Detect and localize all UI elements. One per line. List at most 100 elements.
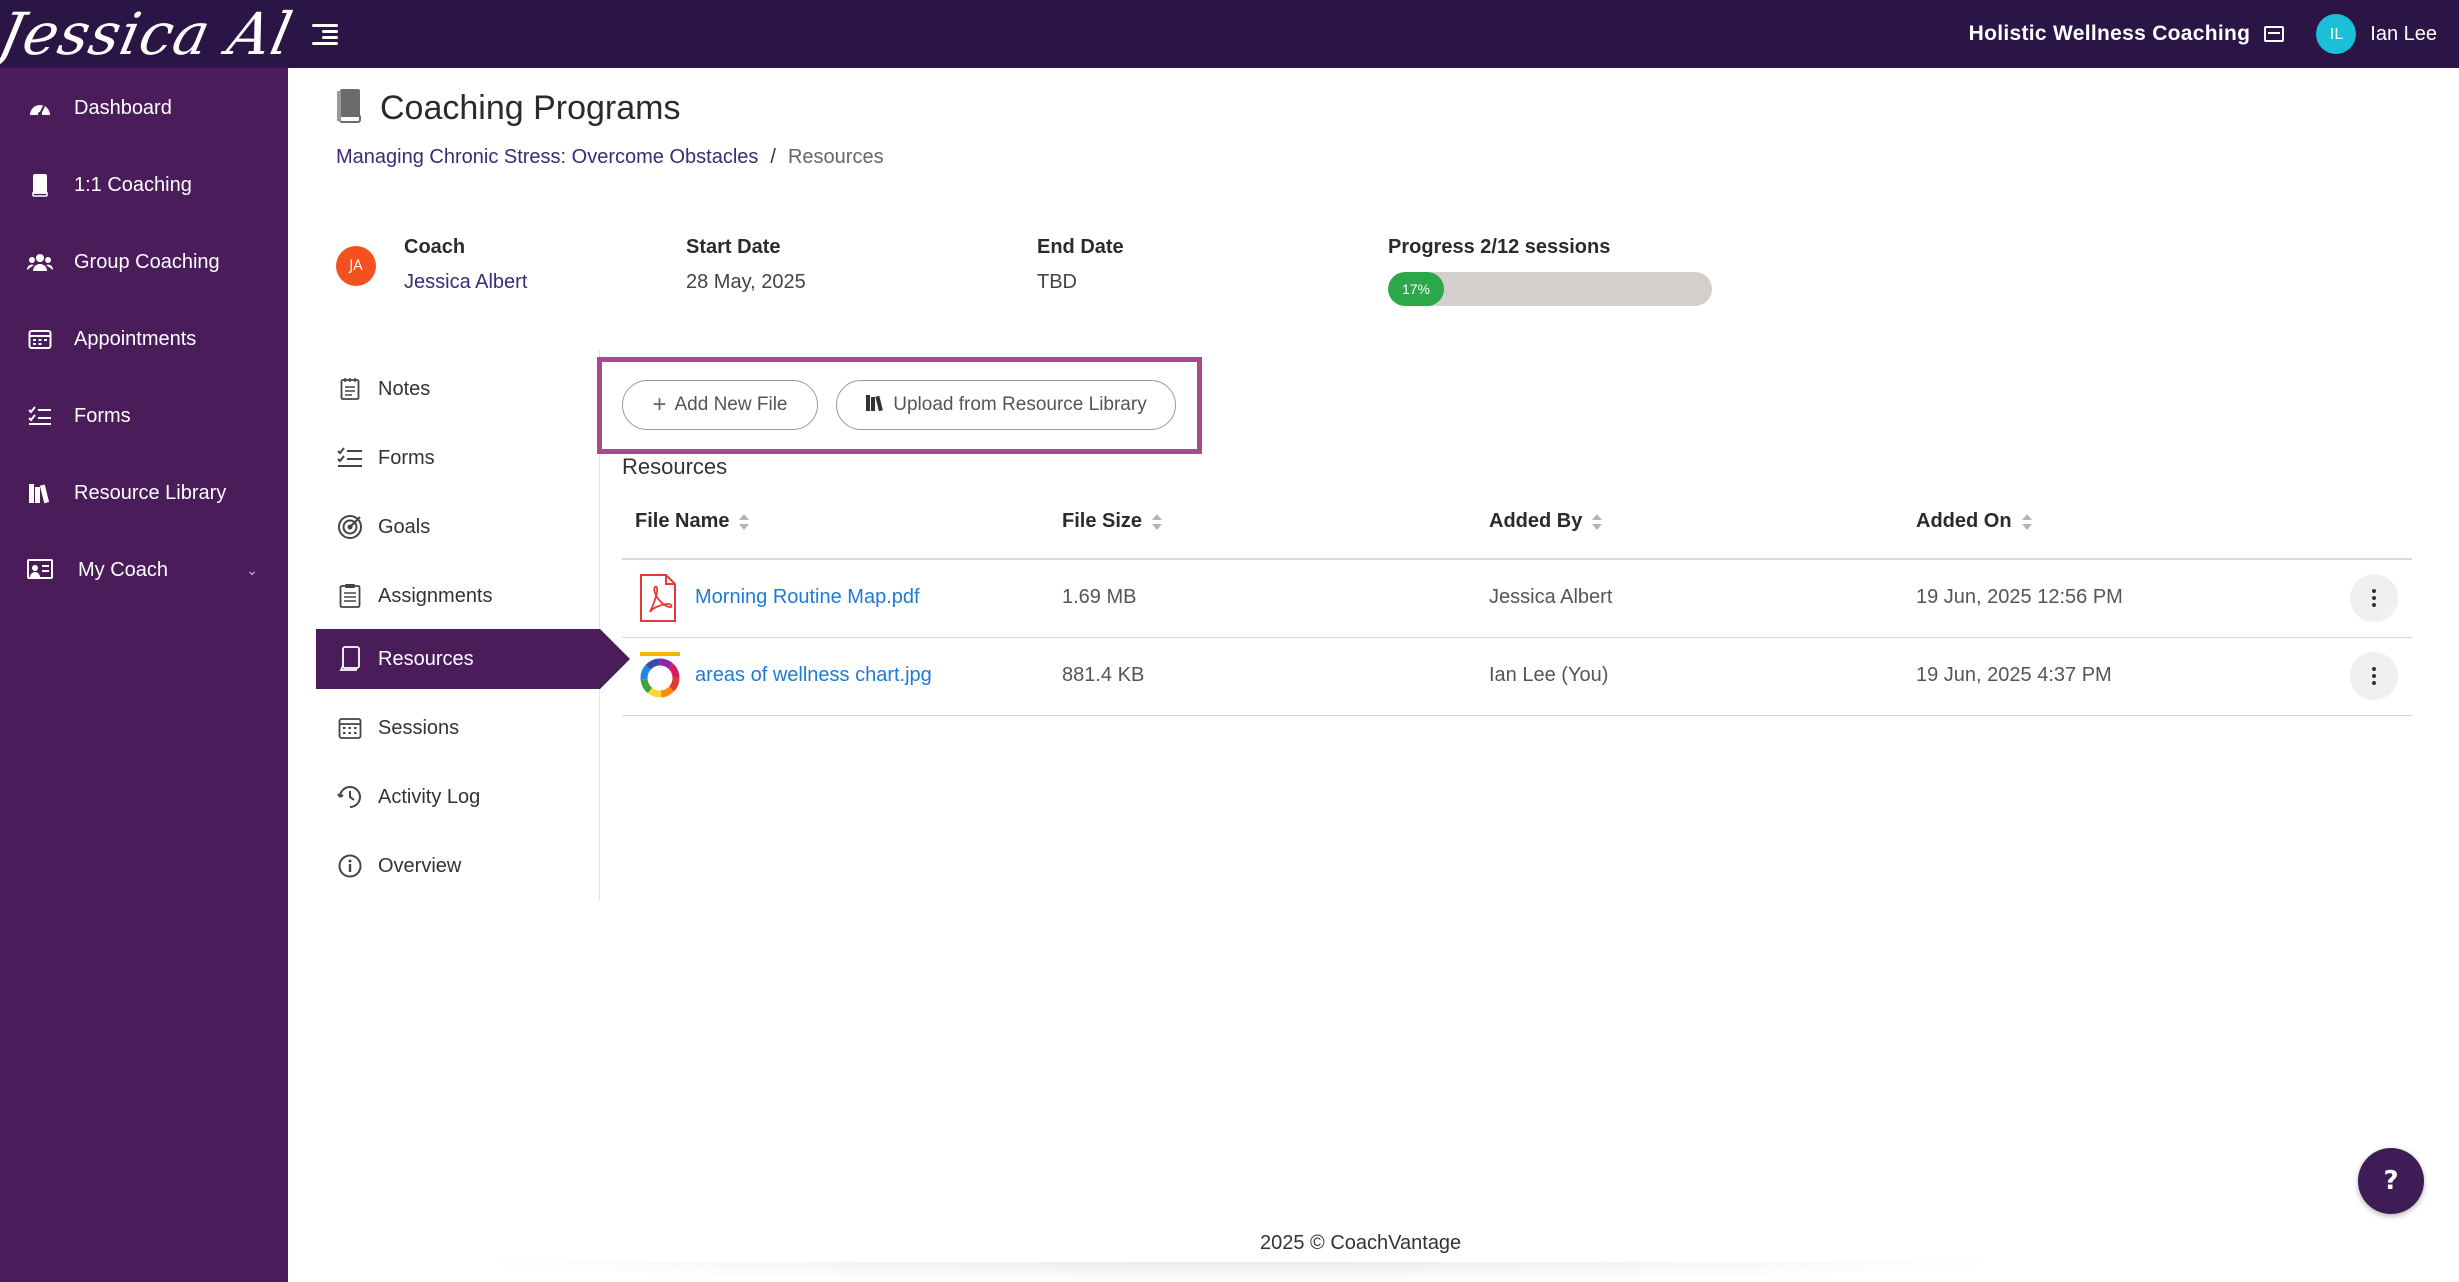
progress-fill: 17% xyxy=(1388,272,1444,306)
tab-activity-log[interactable]: Activity Log xyxy=(316,767,600,827)
info-icon xyxy=(336,854,364,878)
sidebar-item-my-coach[interactable]: My Coach ⌄ xyxy=(0,540,288,600)
column-header-file-size[interactable]: File Size xyxy=(1062,510,1163,533)
book-icon xyxy=(336,88,362,128)
end-date-label: End Date xyxy=(1037,236,1124,258)
file-name-link[interactable]: Morning Routine Map.pdf xyxy=(695,586,920,609)
sort-icon[interactable] xyxy=(1152,513,1163,531)
target-icon xyxy=(336,514,364,540)
column-label: Added On xyxy=(1916,510,2012,532)
column-header-added-on[interactable]: Added On xyxy=(1916,510,2032,533)
progress-bar: 17% xyxy=(1388,272,1712,306)
add-new-file-button[interactable]: + Add New File xyxy=(622,380,818,430)
start-date-info: Start Date 28 May, 2025 xyxy=(686,236,806,294)
program-info: JA Coach Jessica Albert Start Date 28 Ma… xyxy=(336,236,1736,316)
tab-overview[interactable]: Overview xyxy=(316,836,600,896)
column-header-added-by[interactable]: Added By xyxy=(1489,510,1603,533)
brand-signature-logo[interactable]: Jessica Albert xyxy=(0,0,296,70)
sort-icon[interactable] xyxy=(2021,513,2032,531)
chevron-down-icon[interactable]: ⌄ xyxy=(246,562,258,579)
topbar-right: Holistic Wellness Coaching IL Ian Lee xyxy=(1969,0,2437,68)
coach-board-icon xyxy=(26,559,54,581)
library-icon xyxy=(865,392,885,418)
more-options-icon[interactable] xyxy=(2350,574,2398,622)
user-name[interactable]: Ian Lee xyxy=(2370,23,2437,46)
tab-notes[interactable]: Notes xyxy=(316,359,600,419)
coach-name-link[interactable]: Jessica Albert xyxy=(404,271,527,294)
tab-resources[interactable]: Resources xyxy=(316,629,630,689)
checklist-icon xyxy=(336,447,364,469)
breadcrumb: Managing Chronic Stress: Overcome Obstac… xyxy=(336,146,884,169)
help-button[interactable]: ? xyxy=(2358,1148,2424,1214)
notepad-icon xyxy=(336,377,364,401)
users-icon xyxy=(26,252,54,272)
coach-label: Coach xyxy=(404,236,466,258)
sidebar-item-dashboard[interactable]: Dashboard xyxy=(0,78,288,138)
table-row: areas of wellness chart.jpg 881.4 KB Ian… xyxy=(622,638,2412,716)
sidebar-item-1-1-coaching[interactable]: 1:1 Coaching xyxy=(0,155,288,215)
file-name-link[interactable]: areas of wellness chart.jpg xyxy=(695,664,932,687)
organization-switch-icon[interactable] xyxy=(2264,26,2285,42)
upload-from-library-label: Upload from Resource Library xyxy=(893,394,1147,415)
calendar-icon xyxy=(336,716,364,740)
sidebar-item-group-coaching[interactable]: Group Coaching xyxy=(0,232,288,292)
sidebar-item-appointments[interactable]: Appointments xyxy=(0,309,288,369)
sort-icon[interactable] xyxy=(739,513,750,531)
sidebar-item-label: 1:1 Coaching xyxy=(74,173,192,196)
progress-label: Progress 2/12 sessions xyxy=(1388,236,1611,258)
tab-forms[interactable]: Forms xyxy=(316,428,600,488)
upload-from-resource-library-button[interactable]: Upload from Resource Library xyxy=(836,380,1176,430)
tab-goals[interactable]: Goals xyxy=(316,497,600,557)
tab-assignments[interactable]: Assignments xyxy=(316,566,600,626)
sort-icon[interactable] xyxy=(1592,513,1603,531)
page-header: Coaching Programs xyxy=(336,88,680,128)
added-on: 19 Jun, 2025 12:56 PM xyxy=(1916,586,2123,608)
file-size: 881.4 KB xyxy=(1062,664,1145,686)
column-label: Added By xyxy=(1489,510,1583,532)
sidebar-item-label: Appointments xyxy=(74,327,197,350)
added-by: Ian Lee (You) xyxy=(1489,664,1609,686)
tab-label: Forms xyxy=(378,446,435,469)
table-row: Morning Routine Map.pdf 1.69 MB Jessica … xyxy=(622,560,2412,638)
tab-label: Resources xyxy=(378,647,474,670)
sidebar-item-resource-library[interactable]: Resource Library xyxy=(0,463,288,523)
organization-name[interactable]: Holistic Wellness Coaching xyxy=(1969,22,2251,46)
column-label: File Name xyxy=(635,510,730,532)
tab-sessions[interactable]: Sessions xyxy=(316,698,600,758)
user-avatar[interactable]: IL xyxy=(2316,14,2357,54)
end-date-value: TBD xyxy=(1037,271,1077,293)
file-size: 1.69 MB xyxy=(1062,586,1137,608)
breadcrumb-separator: / xyxy=(770,146,776,168)
tab-label: Goals xyxy=(378,515,431,538)
menu-toggle-icon[interactable] xyxy=(312,22,338,46)
column-header-file-name[interactable]: File Name xyxy=(635,510,750,533)
footer-copyright: 2025 © CoachVantage xyxy=(1260,1232,1462,1254)
clock-icon xyxy=(336,784,364,810)
column-label: File Size xyxy=(1062,510,1143,532)
coach-avatar: JA xyxy=(336,246,376,286)
added-on: 19 Jun, 2025 4:37 PM xyxy=(1916,664,2112,686)
tab-label: Sessions xyxy=(378,716,460,739)
tab-label: Notes xyxy=(378,377,431,400)
book-icon xyxy=(26,173,54,197)
calendar-icon xyxy=(26,328,54,350)
more-options-icon[interactable] xyxy=(2350,652,2398,700)
add-new-file-label: Add New File xyxy=(674,394,788,415)
sidebar-item-label: Dashboard xyxy=(74,96,172,119)
library-icon xyxy=(26,481,54,505)
page-title: Coaching Programs xyxy=(380,88,681,127)
sidebar-item-label: Forms xyxy=(74,404,131,427)
tab-label: Overview xyxy=(378,854,462,877)
dashboard-icon xyxy=(26,99,54,117)
top-bar: Jessica Albert Holistic Wellness Coachin… xyxy=(0,0,2459,68)
sidebar-item-forms[interactable]: Forms xyxy=(0,386,288,446)
table-header: File Name File Size Added By Added On xyxy=(622,490,2412,560)
resources-table: File Name File Size Added By Added On Mo… xyxy=(622,490,2412,716)
start-date-label: Start Date xyxy=(686,236,781,258)
start-date-value: 28 May, 2025 xyxy=(686,271,806,293)
breadcrumb-program-link[interactable]: Managing Chronic Stress: Overcome Obstac… xyxy=(336,146,758,169)
sidebar-item-label: Group Coaching xyxy=(74,250,220,273)
resources-section-title: Resources xyxy=(622,454,728,479)
tab-label: Assignments xyxy=(378,584,493,607)
sidebar-item-label: My Coach xyxy=(78,558,169,581)
